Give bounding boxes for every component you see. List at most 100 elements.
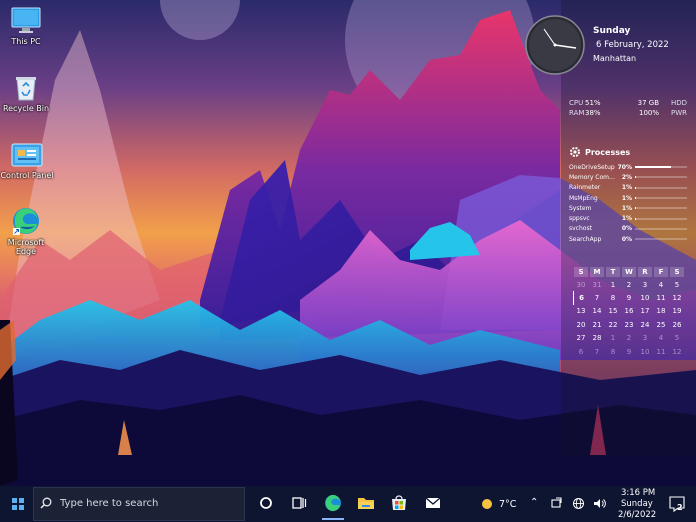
- calendar-day[interactable]: 19: [669, 305, 685, 318]
- calendar-day[interactable]: 31: [589, 278, 605, 291]
- volume-icon[interactable]: [593, 497, 606, 510]
- calendar-day[interactable]: 6: [573, 291, 589, 305]
- hdd-value: 37 GB: [637, 99, 659, 107]
- search-icon: [40, 497, 52, 509]
- calendar-day[interactable]: 10: [637, 345, 653, 358]
- process-usage-fill: [635, 166, 672, 169]
- desktop-icon-this-pc[interactable]: This PC: [0, 7, 56, 46]
- calendar-day[interactable]: 23: [621, 318, 637, 331]
- processes-title: Processes: [585, 147, 631, 157]
- calendar-day[interactable]: 9: [621, 291, 637, 304]
- calendar-day[interactable]: 12: [669, 345, 685, 358]
- calendar-day[interactable]: 1: [605, 332, 621, 345]
- taskbar-date[interactable]: 2/6/2022: [618, 510, 656, 520]
- cortana-icon[interactable]: [256, 493, 276, 513]
- process-row: svchost 0%: [569, 224, 689, 234]
- calendar-day[interactable]: 20: [573, 318, 589, 331]
- process-percent: 1%: [621, 215, 632, 223]
- edge-active-indicator: [322, 518, 344, 520]
- calendar-weekday-header: S: [670, 267, 684, 277]
- process-usage-bar: [635, 207, 687, 210]
- process-percent: 1%: [621, 204, 632, 212]
- recycle-bin-icon: [16, 77, 36, 101]
- desktop-icon-edge[interactable]: Microsoft Edge: [0, 206, 56, 256]
- calendar-weekday-header: R: [638, 267, 652, 277]
- calendar-day[interactable]: 21: [589, 318, 605, 331]
- calendar-day[interactable]: 27: [573, 332, 589, 345]
- search-placeholder: Type here to search: [60, 498, 159, 509]
- cpu-value: 51%: [585, 99, 601, 107]
- edge-taskbar-icon[interactable]: [323, 493, 343, 513]
- calendar-day[interactable]: 3: [637, 278, 653, 291]
- widget-date: 6 February, 2022: [596, 40, 669, 50]
- monitor-icon: [11, 7, 41, 33]
- process-row: Rainmeter 1%: [569, 183, 689, 193]
- pwr-label: PWR: [670, 109, 687, 117]
- process-usage-bar: [635, 227, 687, 230]
- control-panel-icon: [11, 143, 43, 167]
- process-name: MsMpEng: [569, 194, 598, 202]
- weather-temperature[interactable]: 7°C: [499, 499, 516, 510]
- desktop-icon-label: Recycle Bin: [2, 104, 50, 113]
- store-icon[interactable]: [389, 493, 409, 513]
- file-explorer-icon[interactable]: [356, 493, 376, 513]
- calendar-day[interactable]: 14: [589, 305, 605, 318]
- calendar-day[interactable]: 8: [605, 345, 621, 358]
- desktop-icon-control-panel[interactable]: Control Panel: [0, 141, 57, 180]
- process-name: OneDriveSetup: [569, 163, 615, 171]
- calendar-day[interactable]: 17: [637, 305, 653, 318]
- calendar-day[interactable]: 3: [637, 332, 653, 345]
- analog-clock: [525, 15, 585, 75]
- calendar-day[interactable]: 15: [605, 305, 621, 318]
- processes-header: Processes: [569, 146, 630, 158]
- calendar-grid: S M T W R F S 30 31 1 2 3 4 5 6 7 8 9 10 11 12 13 14 15 16 17 18 19…: [573, 266, 685, 358]
- calendar-day[interactable]: 13: [573, 305, 589, 318]
- chevron-up-icon[interactable]: ⌃: [530, 497, 538, 508]
- calendar-day[interactable]: 8: [605, 291, 621, 304]
- process-row: SearchApp 0%: [569, 234, 689, 244]
- process-percent: 70%: [617, 163, 632, 171]
- calendar-day[interactable]: 24: [637, 318, 653, 331]
- calendar-day[interactable]: 25: [653, 318, 669, 331]
- widget-city: Manhattan: [593, 54, 637, 63]
- task-view-icon[interactable]: [289, 493, 309, 513]
- calendar-day[interactable]: 4: [653, 332, 669, 345]
- taskbar-time[interactable]: 3:16 PM: [621, 488, 655, 498]
- taskbar-day[interactable]: Sunday: [621, 499, 653, 509]
- calendar-day[interactable]: 26: [669, 318, 685, 331]
- calendar-day[interactable]: 16: [621, 305, 637, 318]
- system-stats: CPU 51% 37 GB HDD RAM 38% 100% PWR: [569, 98, 689, 118]
- desktop-icon-recycle-bin[interactable]: Recycle Bin: [0, 74, 56, 113]
- process-usage-bar: [635, 238, 687, 241]
- process-name: Rainmeter: [569, 184, 601, 192]
- stats-row-cpu: CPU 51% 37 GB HDD: [569, 98, 689, 108]
- process-percent: 1%: [621, 194, 632, 202]
- calendar-day[interactable]: 7: [589, 291, 605, 304]
- calendar-day[interactable]: 11: [653, 291, 669, 304]
- calendar-day[interactable]: 4: [653, 278, 669, 291]
- calendar-day[interactable]: 5: [669, 278, 685, 291]
- sync-icon[interactable]: [550, 497, 563, 510]
- calendar-day[interactable]: 7: [589, 345, 605, 358]
- mail-icon[interactable]: [423, 493, 443, 513]
- calendar-day[interactable]: 18: [653, 305, 669, 318]
- calendar-day[interactable]: 5: [669, 332, 685, 345]
- calendar-day[interactable]: 1: [605, 278, 621, 291]
- windows-start-icon[interactable]: [9, 495, 27, 513]
- weather-sun-icon[interactable]: [480, 497, 494, 511]
- calendar-weekday-header: F: [654, 267, 668, 277]
- calendar-day[interactable]: 2: [621, 278, 637, 291]
- calendar-day[interactable]: 10: [637, 291, 653, 304]
- calendar-day[interactable]: 30: [573, 278, 589, 291]
- process-name: SearchApp: [569, 235, 602, 243]
- calendar-day[interactable]: 9: [621, 345, 637, 358]
- calendar-day[interactable]: 6: [573, 345, 589, 358]
- calendar-day[interactable]: 11: [653, 345, 669, 358]
- calendar-day[interactable]: 28: [589, 332, 605, 345]
- process-row: sppsvc 1%: [569, 213, 689, 223]
- desktop-icon-label: Microsoft Edge: [7, 238, 45, 256]
- calendar-day[interactable]: 12: [669, 291, 685, 304]
- calendar-day[interactable]: 22: [605, 318, 621, 331]
- network-globe-icon[interactable]: [572, 497, 585, 510]
- calendar-day[interactable]: 2: [621, 332, 637, 345]
